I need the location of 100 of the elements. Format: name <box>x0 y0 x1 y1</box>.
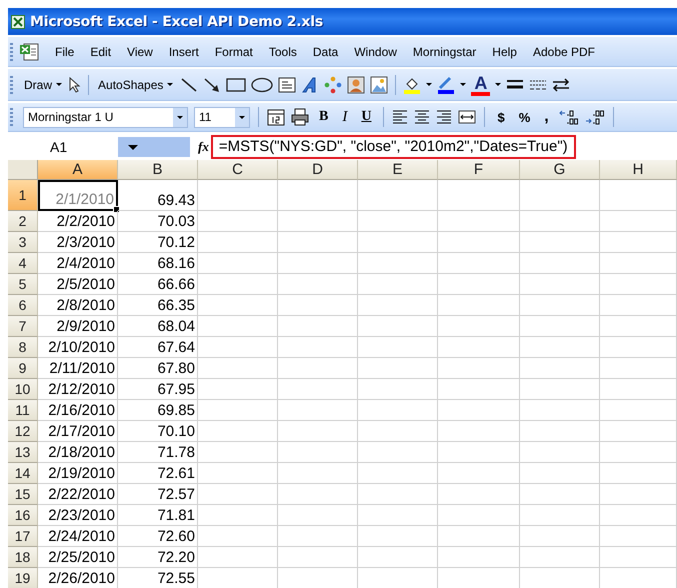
table-cell[interactable] <box>520 463 600 484</box>
number-format-button[interactable]: % <box>514 110 534 124</box>
table-cell[interactable] <box>520 274 600 295</box>
align-center-icon[interactable] <box>414 110 430 124</box>
table-cell[interactable] <box>278 547 358 568</box>
diagram-icon[interactable] <box>324 76 342 94</box>
table-cell[interactable] <box>358 253 438 274</box>
table-cell[interactable]: 2/2/2010 <box>38 211 118 232</box>
table-cell[interactable] <box>198 274 278 295</box>
menu-item[interactable]: Tools <box>260 44 305 58</box>
row-header[interactable]: 16 <box>8 505 38 526</box>
table-cell[interactable]: 67.64 <box>118 337 198 358</box>
table-cell[interactable]: 68.16 <box>118 253 198 274</box>
bold-button[interactable]: B <box>315 109 332 125</box>
table-cell[interactable] <box>600 463 677 484</box>
table-cell[interactable] <box>438 442 520 463</box>
table-cell[interactable] <box>600 337 677 358</box>
table-cell[interactable] <box>600 180 677 211</box>
row-header[interactable]: 11 <box>8 400 38 421</box>
table-cell[interactable] <box>438 295 520 316</box>
menu-item[interactable]: Help <box>484 44 525 58</box>
table-cell[interactable] <box>600 442 677 463</box>
table-cell[interactable]: 67.80 <box>118 358 198 379</box>
table-cell[interactable] <box>198 484 278 505</box>
table-cell[interactable] <box>198 547 278 568</box>
table-cell[interactable] <box>198 180 278 211</box>
table-cell[interactable] <box>520 316 600 337</box>
table-cell[interactable] <box>438 526 520 547</box>
menu-item[interactable]: Window <box>346 44 405 58</box>
table-cell[interactable] <box>198 526 278 547</box>
row-header[interactable]: 5 <box>8 274 38 295</box>
picture-icon[interactable] <box>370 76 388 94</box>
table-cell[interactable] <box>198 442 278 463</box>
column-header[interactable]: B <box>118 160 198 180</box>
font-color-button[interactable]: A <box>471 74 490 96</box>
table-cell[interactable]: 72.60 <box>118 526 198 547</box>
table-cell[interactable] <box>278 421 358 442</box>
table-cell[interactable] <box>278 232 358 253</box>
table-cell[interactable] <box>278 274 358 295</box>
table-cell[interactable] <box>600 547 677 568</box>
table-cell[interactable] <box>600 316 677 337</box>
table-cell[interactable]: 67.95 <box>118 379 198 400</box>
table-cell[interactable] <box>358 505 438 526</box>
row-header[interactable]: 2 <box>8 211 38 232</box>
table-cell[interactable] <box>520 442 600 463</box>
table-cell[interactable] <box>520 526 600 547</box>
font-combo[interactable]: Morningstar 1 U <box>23 106 188 128</box>
calendar-icon[interactable] <box>267 108 285 126</box>
table-cell[interactable]: 72.61 <box>118 463 198 484</box>
row-header[interactable]: 14 <box>8 463 38 484</box>
table-cell[interactable] <box>600 421 677 442</box>
insert-function-label[interactable]: fx <box>198 139 209 155</box>
table-cell[interactable] <box>198 505 278 526</box>
line-style-icon[interactable] <box>506 78 524 92</box>
row-header[interactable]: 12 <box>8 421 38 442</box>
table-cell[interactable] <box>278 337 358 358</box>
row-header[interactable]: 8 <box>8 337 38 358</box>
table-cell[interactable] <box>278 484 358 505</box>
table-cell[interactable]: 2/26/2010 <box>38 568 118 588</box>
row-header[interactable]: 19 <box>8 568 38 588</box>
table-cell[interactable] <box>358 442 438 463</box>
table-cell[interactable]: 2/23/2010 <box>38 505 118 526</box>
table-cell[interactable]: 2/17/2010 <box>38 421 118 442</box>
table-cell[interactable] <box>278 442 358 463</box>
increase-decimal-icon[interactable] <box>558 109 579 125</box>
italic-button[interactable]: I <box>338 108 352 126</box>
table-cell[interactable] <box>520 180 600 211</box>
dash-style-icon[interactable] <box>529 78 548 92</box>
table-cell[interactable]: 69.43 <box>118 180 198 211</box>
table-cell[interactable]: 2/22/2010 <box>38 484 118 505</box>
table-cell[interactable] <box>438 358 520 379</box>
table-cell[interactable] <box>358 379 438 400</box>
menu-item[interactable]: View <box>119 44 161 58</box>
row-header[interactable]: 1 <box>8 180 38 211</box>
table-cell[interactable] <box>520 253 600 274</box>
table-cell[interactable] <box>198 379 278 400</box>
table-cell[interactable] <box>358 484 438 505</box>
table-cell[interactable] <box>358 547 438 568</box>
table-cell[interactable] <box>600 253 677 274</box>
table-cell[interactable]: 2/16/2010 <box>38 400 118 421</box>
table-cell[interactable]: 68.04 <box>118 316 198 337</box>
oval-icon[interactable] <box>251 76 274 92</box>
table-cell[interactable]: 72.57 <box>118 484 198 505</box>
table-cell[interactable] <box>520 400 600 421</box>
table-cell[interactable]: 2/11/2010 <box>38 358 118 379</box>
table-cell[interactable]: 66.35 <box>118 295 198 316</box>
table-cell[interactable] <box>600 379 677 400</box>
table-cell[interactable]: 2/3/2010 <box>38 232 118 253</box>
column-header[interactable]: G <box>520 160 600 180</box>
table-cell[interactable] <box>358 316 438 337</box>
table-cell[interactable]: 2/8/2010 <box>38 295 118 316</box>
row-header[interactable]: 17 <box>8 526 38 547</box>
table-cell[interactable]: 2/5/2010 <box>38 274 118 295</box>
row-header[interactable]: 10 <box>8 379 38 400</box>
table-cell[interactable] <box>278 295 358 316</box>
table-cell[interactable] <box>600 211 677 232</box>
table-cell[interactable]: 2/19/2010 <box>38 463 118 484</box>
select-all-corner[interactable] <box>8 160 38 180</box>
menu-item[interactable]: Adobe PDF <box>524 44 604 58</box>
table-cell[interactable] <box>520 505 600 526</box>
